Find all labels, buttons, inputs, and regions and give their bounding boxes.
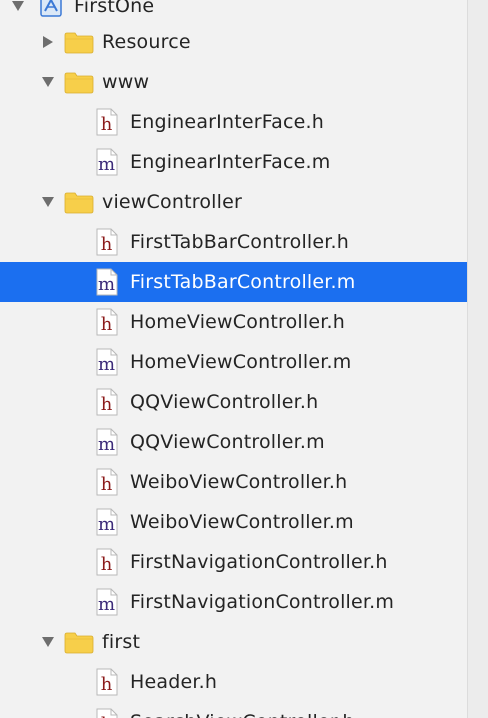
- editor-edge: [467, 0, 488, 718]
- file-label: Header.h: [130, 671, 218, 693]
- file-row-qqviewcontroller-m[interactable]: m QQViewController.m: [0, 422, 467, 462]
- folder-label: viewController: [102, 191, 243, 213]
- svg-text:m: m: [98, 154, 115, 175]
- file-row-firstnavigationcontroller-h[interactable]: h FirstNavigationController.h: [0, 542, 467, 582]
- folder-row-viewcontroller[interactable]: viewController: [0, 182, 467, 222]
- svg-text:h: h: [101, 474, 113, 495]
- disclosure-expanded-icon[interactable]: [40, 194, 56, 210]
- header-file-icon: h: [96, 548, 118, 576]
- file-label: WeiboViewController.m: [130, 511, 354, 533]
- implementation-file-icon: m: [96, 508, 118, 536]
- file-row-enginearinterface-h[interactable]: h EnginearInterFace.h: [0, 102, 467, 142]
- folder-icon: [64, 30, 94, 54]
- file-label: QQViewController.h: [130, 391, 319, 413]
- header-file-icon: h: [96, 228, 118, 256]
- implementation-file-icon: m: [96, 268, 118, 296]
- header-file-icon: h: [96, 308, 118, 336]
- folder-icon: [64, 70, 94, 94]
- file-label: QQViewController.m: [130, 431, 325, 453]
- file-row-weiboviewcontroller-m[interactable]: m WeiboViewController.m: [0, 502, 467, 542]
- file-row-weiboviewcontroller-h[interactable]: h WeiboViewController.h: [0, 462, 467, 502]
- implementation-file-icon: m: [96, 148, 118, 176]
- folder-row-first[interactable]: first: [0, 622, 467, 662]
- file-row-enginearinterface-m[interactable]: m EnginearInterFace.m: [0, 142, 467, 182]
- header-file-icon: h: [96, 708, 118, 718]
- file-label: EnginearInterFace.m: [130, 151, 331, 173]
- folder-row-www[interactable]: www: [0, 62, 467, 102]
- folder-label: first: [102, 631, 141, 653]
- svg-text:h: h: [101, 114, 113, 135]
- file-label: HomeViewController.m: [130, 351, 352, 373]
- folder-row-resource[interactable]: Resource: [0, 22, 467, 62]
- folder-icon: [64, 630, 94, 654]
- svg-text:h: h: [101, 714, 113, 718]
- file-row-firsttabbarcontroller-h[interactable]: h FirstTabBarController.h: [0, 222, 467, 262]
- file-row-homeviewcontroller-m[interactable]: m HomeViewController.m: [0, 342, 467, 382]
- file-row-firsttabbarcontroller-m[interactable]: m FirstTabBarController.m: [0, 262, 467, 302]
- svg-text:h: h: [101, 554, 113, 575]
- svg-text:m: m: [98, 274, 115, 295]
- project-label: FirstOne: [74, 0, 155, 17]
- file-row-searchviewcontroller-h[interactable]: h SearchViewController.h: [0, 702, 467, 718]
- svg-text:m: m: [98, 434, 115, 455]
- file-label: HomeViewController.h: [130, 311, 345, 333]
- svg-text:h: h: [101, 314, 113, 335]
- svg-text:h: h: [101, 674, 113, 695]
- disclosure-expanded-icon[interactable]: [40, 634, 56, 650]
- project-navigator: FirstOne Resource www h EnginearInterFace.h…: [0, 0, 467, 718]
- file-row-qqviewcontroller-h[interactable]: h QQViewController.h: [0, 382, 467, 422]
- file-row-firstnavigationcontroller-m[interactable]: m FirstNavigationController.m: [0, 582, 467, 622]
- folder-icon: [64, 190, 94, 214]
- file-label: FirstTabBarController.h: [130, 231, 350, 253]
- folder-label: Resource: [102, 31, 191, 53]
- file-label: EnginearInterFace.h: [130, 111, 325, 133]
- header-file-icon: h: [96, 388, 118, 416]
- header-file-icon: h: [96, 468, 118, 496]
- header-file-icon: h: [96, 668, 118, 696]
- header-file-icon: h: [96, 108, 118, 136]
- folder-label: www: [102, 71, 150, 93]
- file-label: FirstNavigationController.m: [130, 591, 395, 613]
- svg-text:m: m: [98, 594, 115, 615]
- svg-text:h: h: [101, 394, 113, 415]
- disclosure-expanded-icon[interactable]: [40, 74, 56, 90]
- svg-text:h: h: [101, 234, 113, 255]
- implementation-file-icon: m: [96, 348, 118, 376]
- file-label: SearchViewController.h: [130, 711, 355, 718]
- file-label: WeiboViewController.h: [130, 471, 348, 493]
- xcode-project-icon: [40, 0, 62, 17]
- disclosure-collapsed-icon[interactable]: [40, 34, 56, 50]
- svg-text:m: m: [98, 514, 115, 535]
- file-label: FirstTabBarController.m: [130, 271, 356, 293]
- implementation-file-icon: m: [96, 588, 118, 616]
- file-row-header-h[interactable]: h Header.h: [0, 662, 467, 702]
- implementation-file-icon: m: [96, 428, 118, 456]
- svg-text:m: m: [98, 354, 115, 375]
- file-label: FirstNavigationController.h: [130, 551, 388, 573]
- disclosure-expanded-icon[interactable]: [10, 0, 26, 14]
- file-row-homeviewcontroller-h[interactable]: h HomeViewController.h: [0, 302, 467, 342]
